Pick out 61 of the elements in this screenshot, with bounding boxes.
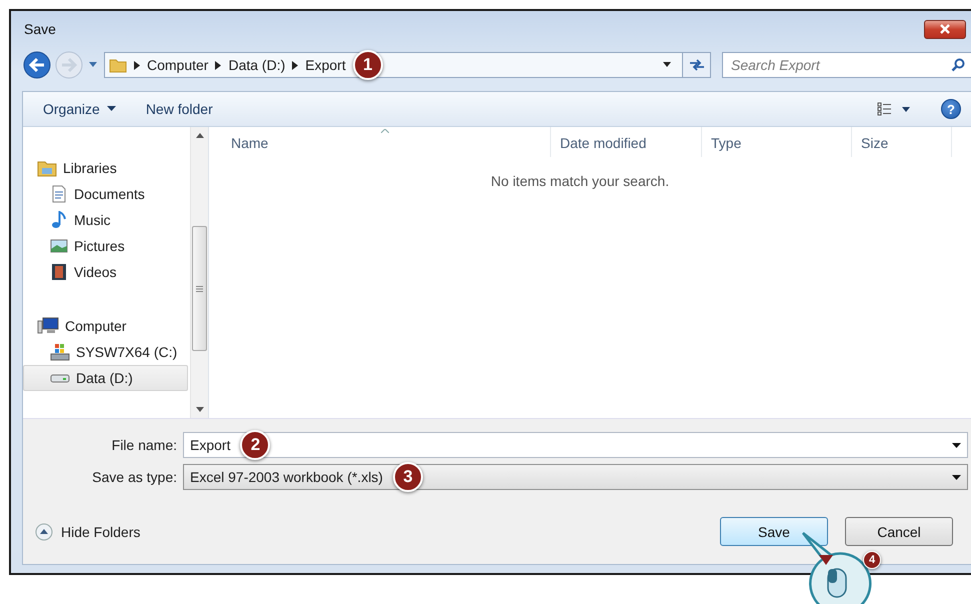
scroll-down-icon[interactable] (196, 407, 204, 412)
dropdown-arrow-icon[interactable] (662, 62, 672, 68)
column-header[interactable]: Type (702, 127, 852, 157)
help-button[interactable]: ? (941, 99, 961, 119)
dialog-button[interactable]: Save (720, 517, 828, 546)
callout-number: 1 (352, 50, 383, 80)
file-type-dropdown[interactable]: Excel 97-2003 workbook (*.xls) 3 (183, 464, 968, 490)
drive-icon (50, 374, 70, 382)
callout-number: 3 (392, 462, 423, 492)
breadcrumb-item[interactable]: Data (D:) (228, 57, 286, 73)
dialog-button[interactable]: Cancel (845, 517, 953, 546)
refresh-icon (688, 58, 706, 72)
nav-item[interactable]: Music (23, 207, 190, 233)
address-bar[interactable]: Computer Data (D:) Export 1 (104, 52, 683, 78)
caret-icon (106, 106, 116, 112)
breadcrumb-arrow-icon (292, 60, 298, 70)
system-drive-icon (50, 343, 70, 361)
scroll-up-icon[interactable] (196, 133, 204, 138)
film-icon (50, 263, 68, 281)
refresh-button[interactable] (683, 52, 711, 78)
search-field[interactable]: Search Export (722, 52, 971, 78)
breadcrumb-arrow-icon (215, 60, 222, 70)
field-label: Save as type: (91, 469, 178, 485)
music-note-icon (50, 211, 68, 229)
scroll-thumb[interactable] (192, 226, 207, 351)
document-icon (50, 185, 68, 203)
history-dropdown-icon[interactable] (88, 61, 98, 69)
empty-message: No items match your search. (490, 173, 670, 189)
nav-item[interactable]: Videos (23, 259, 190, 285)
back-button[interactable] (22, 50, 52, 80)
dropdown-arrow-icon (952, 442, 961, 448)
breadcrumb-arrow-icon (134, 60, 140, 70)
folder-icon (109, 57, 127, 73)
close-icon (939, 24, 951, 34)
search-icon (951, 58, 965, 72)
breadcrumb-item[interactable]: Export (305, 57, 346, 73)
column-header[interactable]: Size (852, 127, 952, 157)
nav-item[interactable]: Documents (23, 181, 190, 207)
nav-item[interactable]: Computer (23, 313, 190, 339)
close-button[interactable] (924, 20, 966, 38)
nav-item[interactable]: SYSW7X64 (C:) (23, 339, 190, 365)
toolbar-button[interactable]: New folder (134, 97, 225, 121)
library-folder-icon (37, 159, 57, 177)
hide-folders-button[interactable]: Hide Folders (35, 522, 140, 540)
nav-item[interactable]: Data (D:) (23, 365, 188, 391)
callout-number: 4 (863, 551, 881, 569)
dropdown-arrow-icon (952, 474, 961, 480)
column-header[interactable]: Name (211, 127, 551, 157)
nav-item[interactable]: Pictures (23, 233, 190, 259)
field-label: File name: (110, 437, 178, 453)
column-header[interactable]: Date modified (551, 127, 702, 157)
grip-icon (196, 286, 203, 292)
file-name-field[interactable]: Export 2 (183, 432, 968, 458)
picture-icon (50, 237, 68, 255)
computer-icon (37, 317, 59, 335)
window-title: Save (24, 21, 56, 37)
callout-number: 2 (240, 430, 270, 460)
view-list-icon (877, 102, 911, 116)
breadcrumb-item[interactable]: Computer (147, 57, 208, 73)
nav-item[interactable]: Libraries (23, 155, 190, 181)
toolbar-button[interactable]: Organize (31, 97, 128, 121)
